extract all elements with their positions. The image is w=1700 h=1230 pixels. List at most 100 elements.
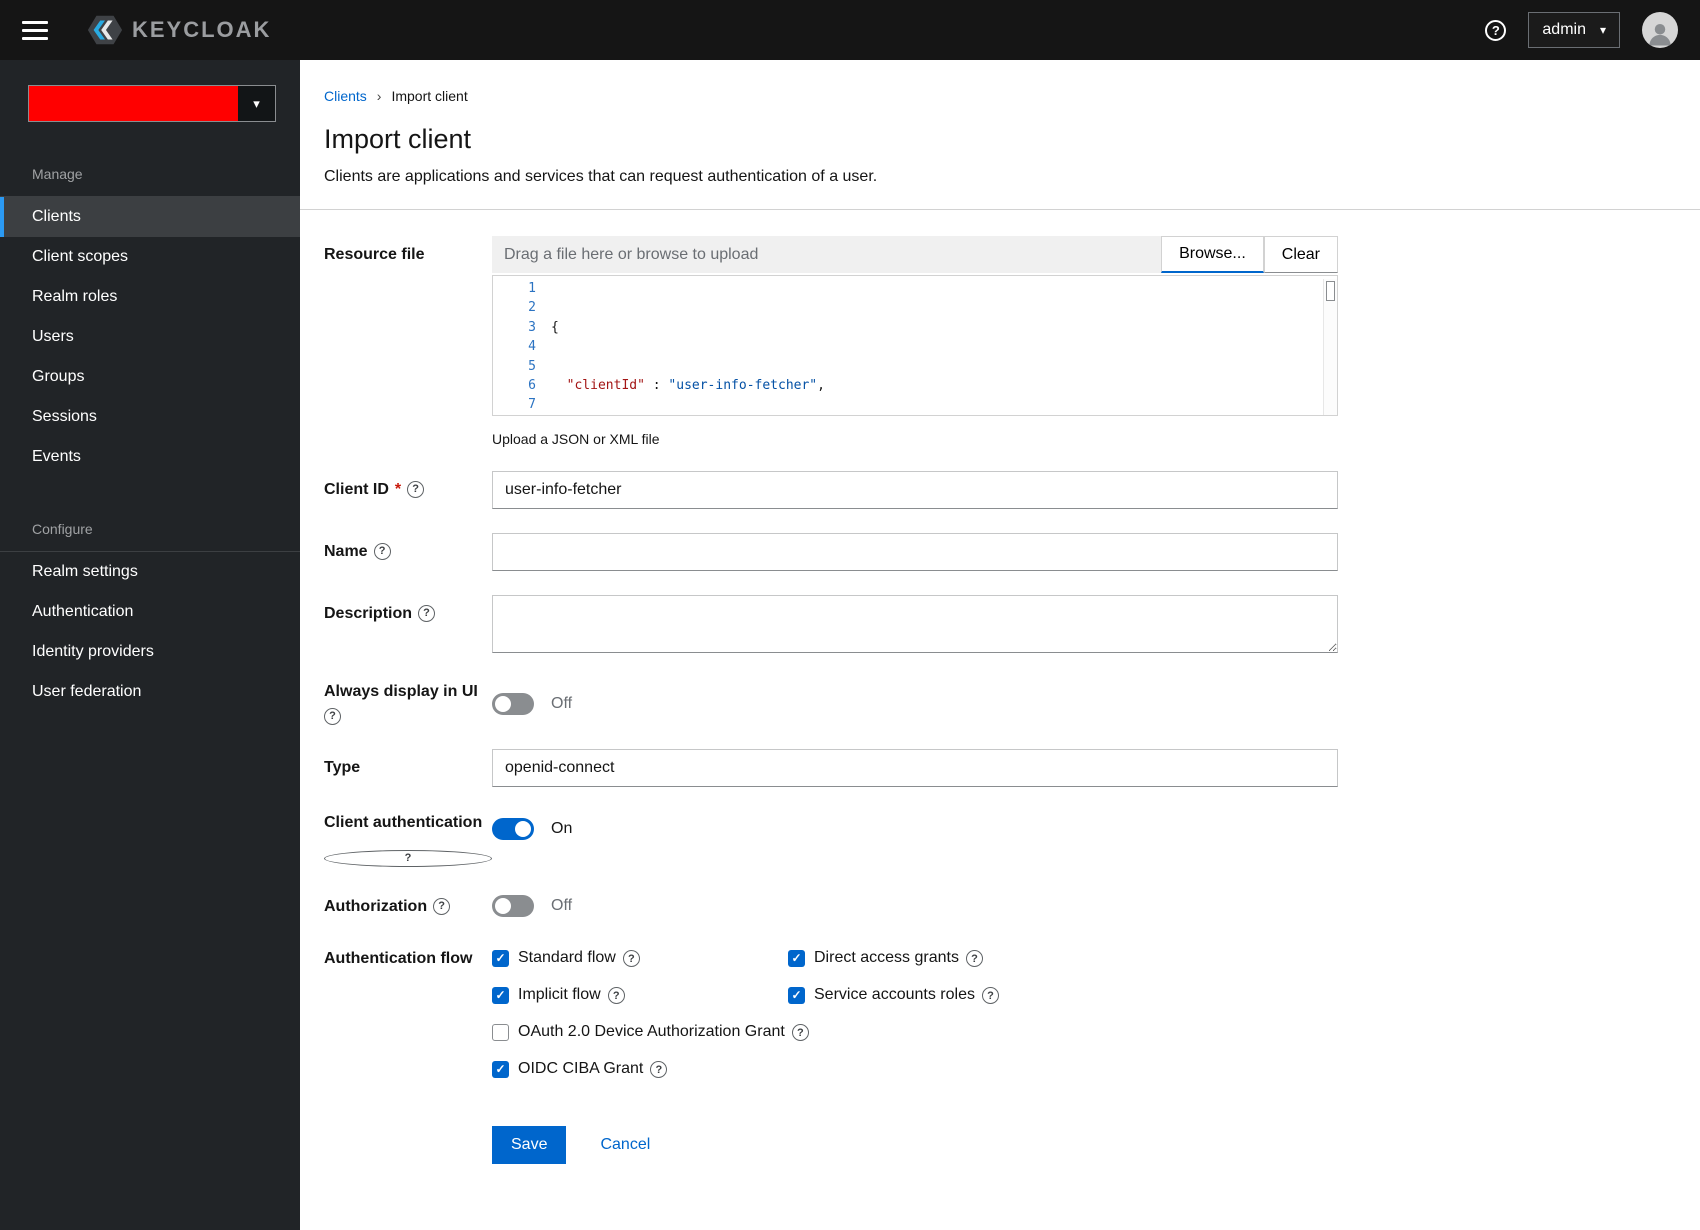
label-text: Always display in UI — [324, 683, 478, 700]
help-icon[interactable]: ? — [324, 708, 341, 726]
name-row: Name ? — [324, 533, 1338, 571]
nav-section-manage: Manage Clients Client scopes Realm roles… — [0, 154, 300, 477]
sidebar-item-client-scopes[interactable]: Client scopes — [0, 237, 300, 277]
code-line: { — [551, 319, 559, 335]
sidebar-item-groups[interactable]: Groups — [0, 357, 300, 397]
description-label: Description ? — [324, 595, 492, 658]
checkbox-icon[interactable] — [492, 1023, 509, 1041]
avatar[interactable] — [1642, 12, 1678, 48]
checkbox-icon[interactable]: ✓ — [492, 986, 509, 1004]
help-icon[interactable]: ? — [791, 1024, 809, 1042]
authorization-toggle[interactable] — [492, 895, 534, 918]
checkbox-oidc-ciba-grant[interactable]: ✓ OIDC CIBA Grant ? — [492, 1060, 1338, 1079]
help-icon[interactable]: ? — [607, 987, 625, 1005]
sidebar-item-user-federation[interactable]: User federation — [0, 672, 300, 712]
authentication-flow-options: ✓ Standard flow ? ✓ Direct access grants… — [492, 945, 1338, 1079]
label-text: Authentication flow — [324, 950, 473, 968]
sidebar: ▾ Manage Clients Client scopes Realm rol… — [0, 60, 300, 1230]
chevron-down-icon: ▾ — [1599, 23, 1606, 37]
name-input[interactable] — [492, 533, 1338, 571]
breadcrumb-separator-icon: › — [376, 88, 382, 104]
help-icon[interactable]: ? — [433, 897, 451, 915]
checkbox-icon[interactable]: ✓ — [788, 986, 805, 1004]
label-text: Client authentication — [324, 814, 483, 832]
checkbox-label: Implicit flow — [518, 986, 601, 1004]
checkbox-icon[interactable]: ✓ — [492, 949, 509, 967]
check-icon: ✓ — [495, 951, 506, 966]
always-display-row: Always display in UI ? Off — [324, 682, 1338, 726]
type-label: Type — [324, 749, 492, 787]
toggle-state-label: Off — [551, 897, 573, 915]
checkbox-icon[interactable]: ✓ — [788, 949, 805, 967]
help-icon[interactable]: ? — [373, 543, 391, 560]
help-icon[interactable]: ? — [981, 987, 999, 1005]
realm-name-redacted — [29, 86, 238, 121]
checkbox-label: OIDC CIBA Grant — [518, 1060, 644, 1078]
breadcrumb-clients-link[interactable]: Clients — [324, 88, 367, 104]
checkbox-service-accounts-roles[interactable]: ✓ Service accounts roles ? — [788, 986, 1338, 1005]
browse-button[interactable]: Browse... — [1161, 236, 1264, 273]
hamburger-menu-icon[interactable] — [22, 20, 48, 40]
help-icon[interactable]: ? — [324, 850, 492, 868]
help-icon[interactable]: ? — [622, 950, 640, 968]
sidebar-item-realm-roles[interactable]: Realm roles — [0, 277, 300, 317]
help-icon[interactable]: ? — [1485, 19, 1507, 41]
keycloak-logo-icon — [86, 11, 124, 49]
page-title: Import client — [324, 124, 472, 154]
help-icon[interactable]: ? — [418, 605, 436, 622]
sidebar-item-realm-settings[interactable]: Realm settings — [0, 552, 300, 592]
save-button[interactable]: Save — [492, 1126, 567, 1165]
user-menu-dropdown[interactable]: admin ▾ — [1528, 12, 1620, 48]
sidebar-item-sessions[interactable]: Sessions — [0, 397, 300, 437]
help-icon[interactable]: ? — [965, 950, 983, 968]
brand-wordmark: KEYCLOAK — [132, 17, 272, 42]
sidebar-item-authentication[interactable]: Authentication — [0, 592, 300, 632]
nav-section-configure: Configure Realm settings Authentication … — [0, 509, 300, 712]
sidebar-item-users[interactable]: Users — [0, 317, 300, 357]
always-display-toggle[interactable] — [492, 692, 534, 715]
required-asterisk: * — [394, 481, 402, 498]
checkbox-standard-flow[interactable]: ✓ Standard flow ? — [492, 949, 788, 968]
label-text: Resource file — [324, 246, 425, 263]
type-input[interactable] — [492, 749, 1338, 788]
user-menu-label: admin — [1542, 21, 1586, 38]
nav-section-title: Configure — [0, 509, 300, 552]
chevron-down-icon: ▾ — [253, 95, 260, 111]
check-icon: ✓ — [495, 1062, 506, 1077]
editor-scrollbar[interactable] — [1323, 279, 1337, 415]
scrollbar-thumb[interactable] — [1326, 281, 1335, 301]
client-id-input[interactable] — [492, 471, 1338, 509]
label-text: Type — [324, 759, 361, 777]
editor-code-area[interactable]: { "clientId" : "user-info-fetcher", "sur… — [551, 279, 1323, 415]
file-upload-control: Browse... Clear — [492, 236, 1338, 273]
checkbox-icon[interactable]: ✓ — [492, 1060, 509, 1078]
resource-file-label: Resource file — [324, 236, 492, 447]
realm-selector-caret-box[interactable]: ▾ — [238, 86, 275, 121]
always-display-label: Always display in UI ? — [324, 682, 492, 726]
description-row: Description ? — [324, 595, 1338, 658]
client-authentication-toggle[interactable] — [492, 818, 534, 841]
clear-button[interactable]: Clear — [1263, 236, 1338, 273]
client-id-row: Client ID * ? — [324, 471, 1338, 509]
import-client-form: Resource file Browse... Clear 1 2 3 4 — [300, 210, 1362, 1165]
json-code-editor[interactable]: 1 2 3 4 5 6 7 { "clientId" : "user-info-… — [492, 275, 1338, 416]
nav-section-title: Manage — [0, 154, 300, 197]
page-subtitle: Clients are applications and services th… — [324, 168, 878, 185]
checkbox-implicit-flow[interactable]: ✓ Implicit flow ? — [492, 986, 788, 1005]
help-icon[interactable]: ? — [407, 481, 425, 498]
realm-selector-dropdown[interactable]: ▾ — [28, 85, 276, 122]
breadcrumb-current: Import client — [391, 88, 468, 104]
client-authentication-label: Client authentication ? — [324, 811, 492, 868]
checkbox-oauth-device-authorization-grant[interactable]: OAuth 2.0 Device Authorization Grant ? — [492, 1023, 1338, 1042]
sidebar-item-clients[interactable]: Clients — [0, 197, 300, 237]
description-textarea[interactable] — [492, 595, 1338, 653]
file-upload-input[interactable] — [492, 236, 1162, 273]
authorization-row: Authorization ? Off — [324, 891, 1338, 921]
checkbox-direct-access-grants[interactable]: ✓ Direct access grants ? — [788, 949, 1338, 968]
help-icon[interactable]: ? — [650, 1061, 668, 1079]
brand: KEYCLOAK — [86, 11, 271, 49]
sidebar-item-identity-providers[interactable]: Identity providers — [0, 632, 300, 672]
sidebar-item-events[interactable]: Events — [0, 437, 300, 477]
authentication-flow-label: Authentication flow — [324, 945, 492, 1078]
cancel-button[interactable]: Cancel — [600, 1136, 650, 1154]
